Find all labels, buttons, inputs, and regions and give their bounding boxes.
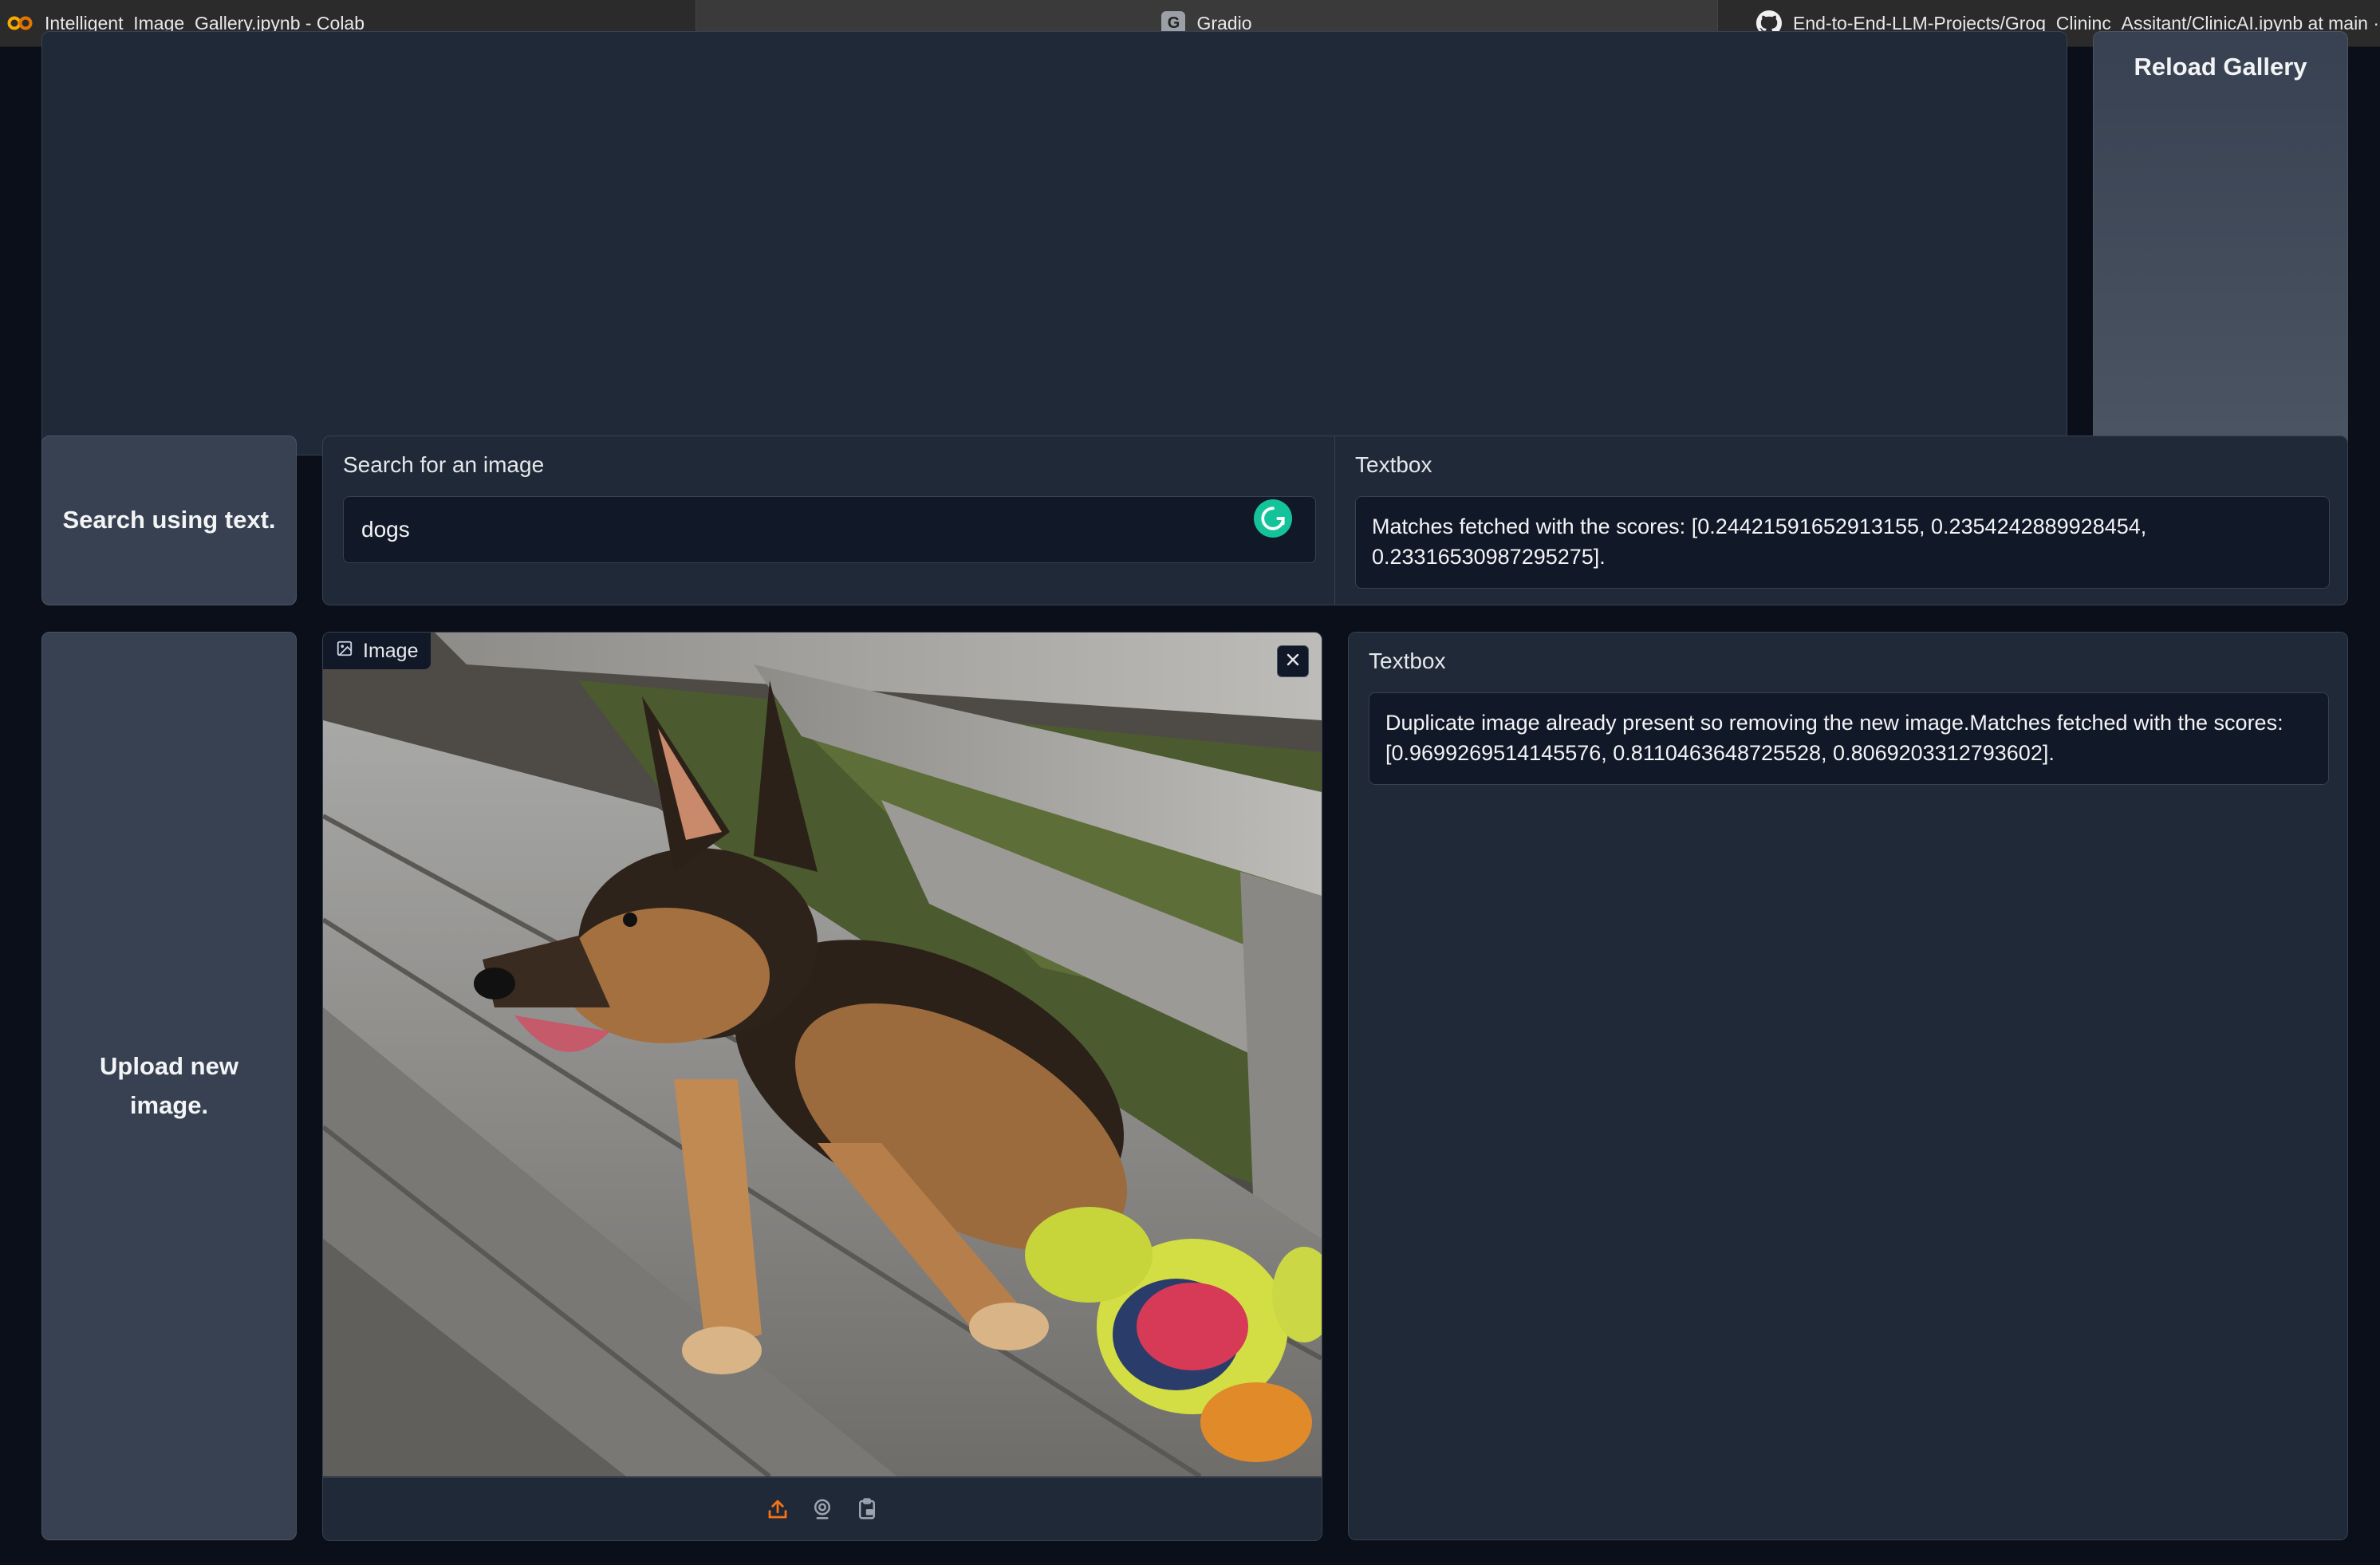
webcam-icon[interactable] (808, 1495, 837, 1524)
upload-result-label: Textbox (1369, 648, 1446, 673)
panel-divider (1334, 436, 1335, 605)
search-field-label: Search for an image (343, 452, 545, 477)
gallery-panel (41, 31, 2067, 455)
search-row-panel: Search for an image Textbox Matches fetc… (322, 436, 2348, 605)
clipboard-icon[interactable] (853, 1495, 881, 1524)
upload-result-panel: Textbox Duplicate image already present … (1348, 632, 2348, 1540)
uploaded-dog-photo (323, 633, 1322, 1476)
search-result-label: Textbox (1355, 452, 1432, 477)
upload-button-label: Upload new image. (100, 1052, 238, 1119)
image-icon (336, 640, 353, 663)
search-result-textbox[interactable]: Matches fetched with the scores: [0.2442… (1355, 496, 2330, 589)
search-using-text-button[interactable]: Search using text. (41, 436, 297, 605)
image-label-text: Image (363, 639, 419, 662)
image-label-badge: Image (323, 633, 431, 669)
search-input[interactable] (343, 496, 1316, 563)
grammarly-icon[interactable] (1254, 499, 1292, 538)
reload-gallery-label: Reload Gallery (2134, 53, 2307, 81)
close-icon (1286, 652, 1300, 671)
gradio-app: Reload Gallery Search using text. Search… (0, 31, 2380, 1565)
clear-image-button[interactable] (1277, 645, 1309, 677)
search-button-label: Search using text. (62, 506, 276, 534)
upload-result-textbox[interactable]: Duplicate image already present so remov… (1369, 692, 2329, 785)
image-source-toolbar (323, 1477, 1322, 1540)
upload-icon[interactable] (763, 1495, 792, 1524)
upload-new-image-button[interactable]: Upload new image. (41, 632, 297, 1540)
colab-icon (6, 15, 33, 31)
reload-gallery-button[interactable]: Reload Gallery (2093, 31, 2348, 455)
image-upload-component[interactable]: Image (322, 632, 1322, 1541)
